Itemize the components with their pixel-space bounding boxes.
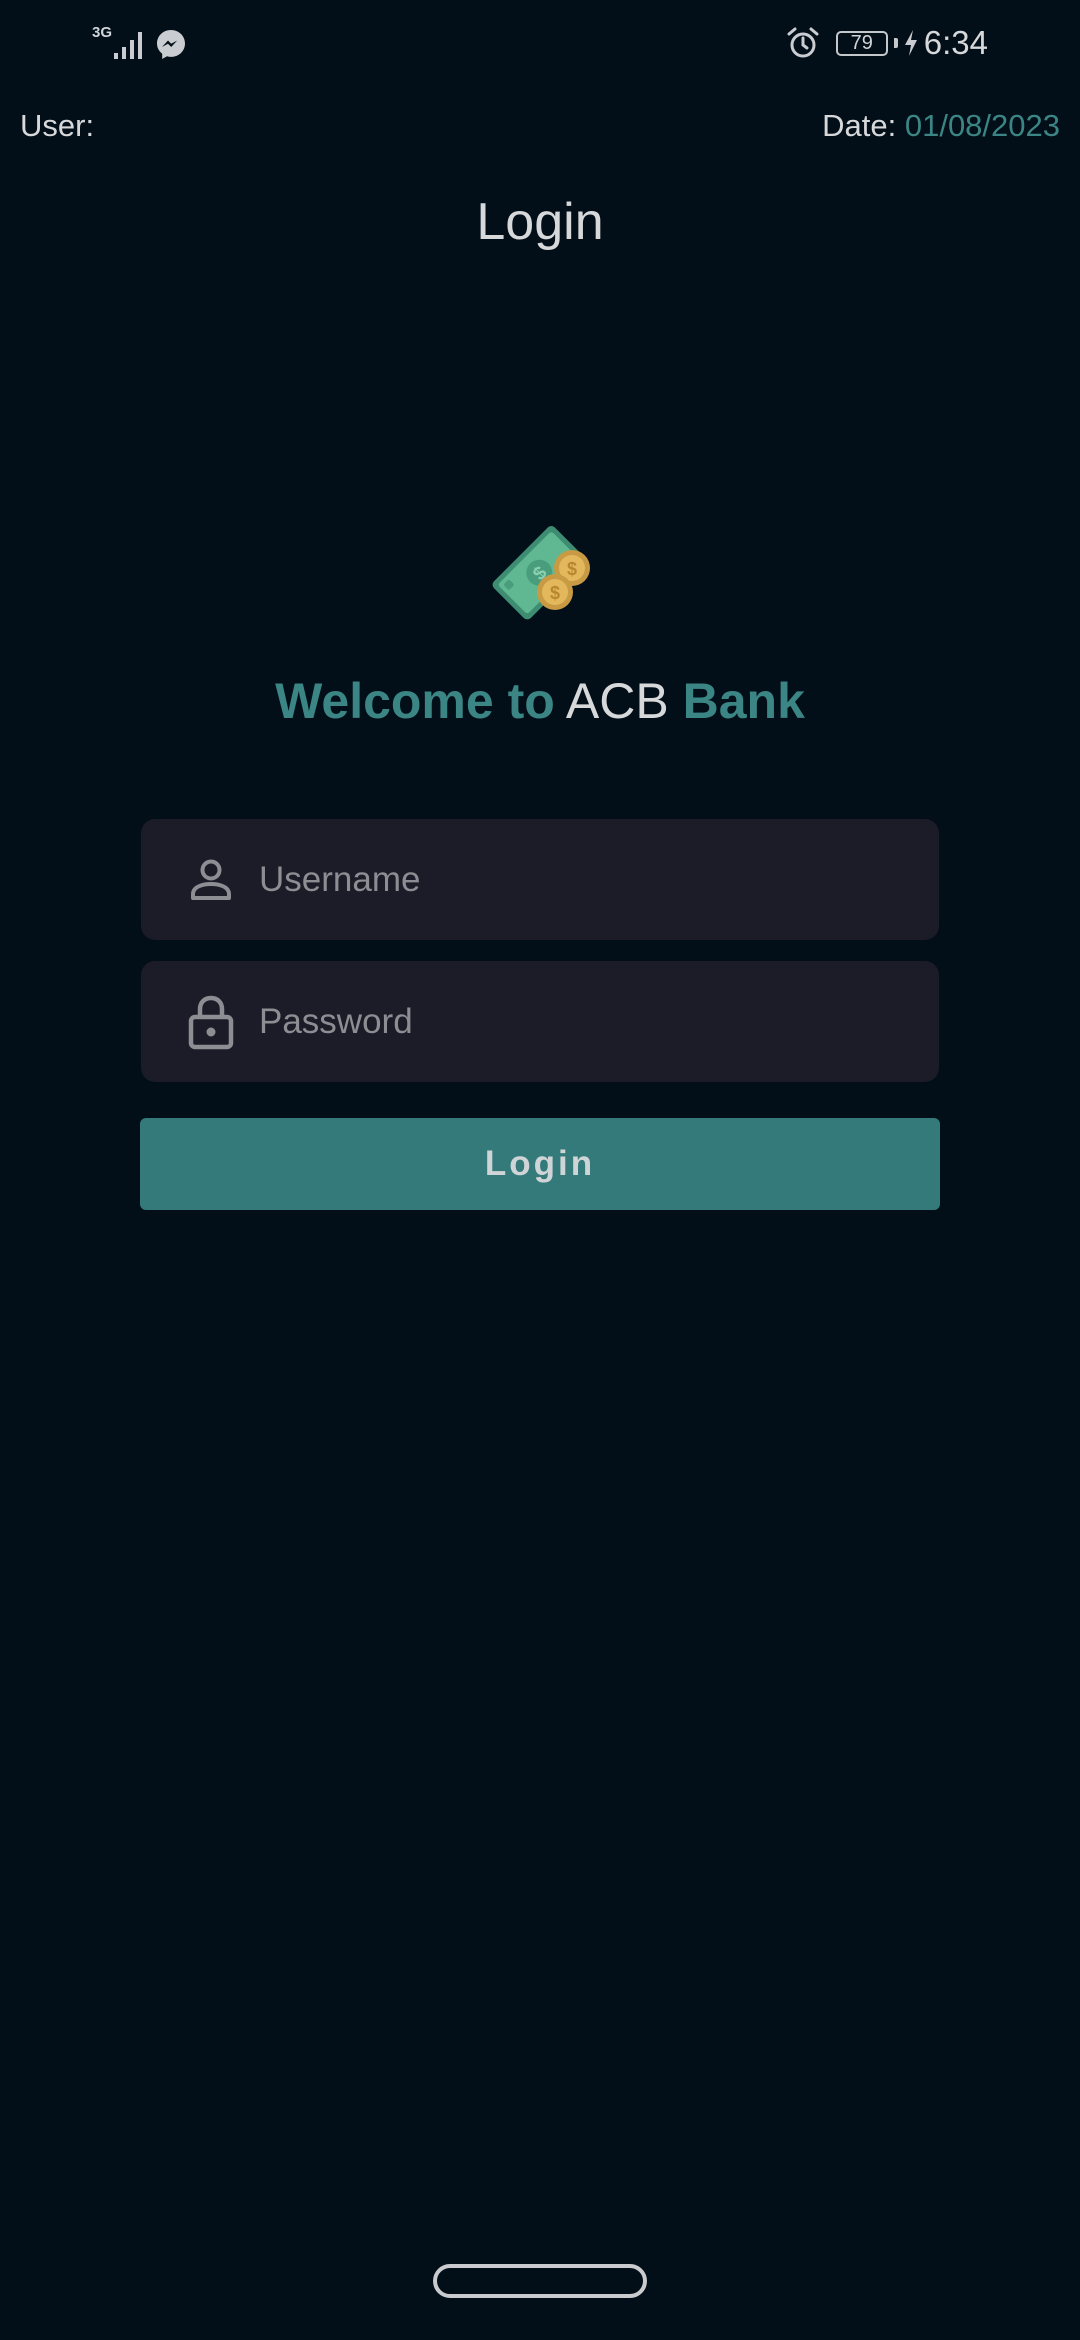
welcome-bank-initials: ACB bbox=[565, 673, 669, 729]
battery-tip bbox=[893, 38, 898, 48]
battery-level: 79 bbox=[850, 32, 873, 54]
lock-icon bbox=[186, 994, 236, 1050]
status-bar-right: 79 6:34 bbox=[786, 18, 988, 68]
password-input[interactable] bbox=[259, 1001, 909, 1042]
home-indicator[interactable] bbox=[433, 2264, 647, 2298]
date-label: Date: bbox=[822, 108, 897, 143]
status-time: 6:34 bbox=[923, 24, 988, 61]
welcome-text-part1: Welcome to bbox=[275, 673, 555, 729]
status-bar-left: 3G bbox=[92, 22, 187, 66]
login-button[interactable]: Login bbox=[140, 1118, 940, 1210]
person-icon bbox=[186, 852, 236, 908]
welcome-heading: Welcome to ACB Bank bbox=[0, 672, 1080, 730]
date-display: Date: 01/08/2023 bbox=[822, 108, 1060, 144]
money-bill-coins-icon: $ $ $ bbox=[492, 525, 590, 620]
password-field[interactable] bbox=[141, 961, 939, 1082]
battery-indicator: 79 bbox=[835, 30, 888, 56]
date-value: 01/08/2023 bbox=[904, 108, 1060, 143]
svg-text:$: $ bbox=[567, 559, 577, 579]
page-title: Login bbox=[476, 193, 604, 251]
messenger-icon bbox=[157, 30, 186, 59]
alarm-clock-icon bbox=[787, 27, 819, 58]
status-bar: 3G 79 6:34 bbox=[0, 0, 1080, 86]
user-label: User: bbox=[20, 108, 95, 143]
username-field[interactable] bbox=[141, 819, 939, 940]
username-input[interactable] bbox=[259, 859, 909, 900]
signal-bars-icon bbox=[114, 32, 143, 59]
lightning-bolt-icon bbox=[904, 30, 917, 56]
network-type-label: 3G bbox=[92, 23, 113, 41]
svg-text:$: $ bbox=[550, 583, 560, 603]
welcome-text-bank: Bank bbox=[682, 673, 805, 729]
